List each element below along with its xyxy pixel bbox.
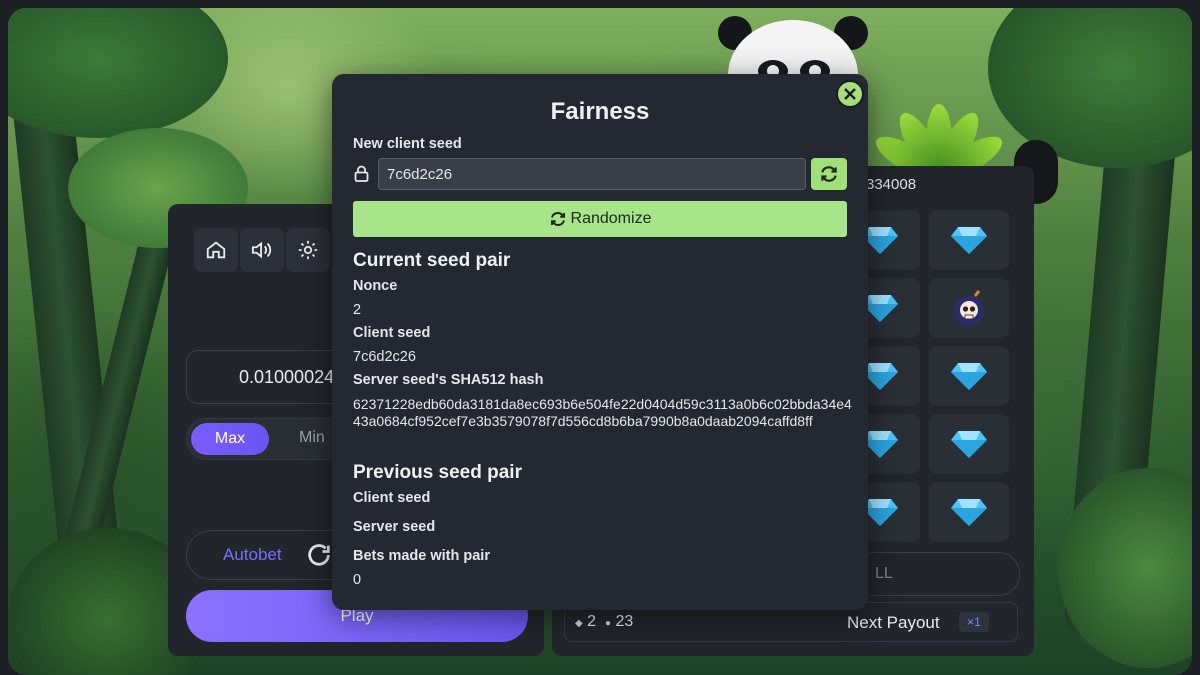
lock-icon xyxy=(354,165,369,182)
bomb-skull-icon xyxy=(954,290,984,326)
settings-button[interactable] xyxy=(286,228,330,272)
multiplier-badge: ×1 xyxy=(959,612,989,632)
bets-made-label: Bets made with pair xyxy=(353,548,490,564)
min-button[interactable]: Min xyxy=(299,429,325,447)
board-tile[interactable] xyxy=(929,210,1009,270)
board-tile[interactable] xyxy=(929,482,1009,542)
server-hash-label: Server seed's SHA512 hash xyxy=(353,372,544,388)
mines-count: ● 23 xyxy=(605,613,634,630)
tree-canopy xyxy=(988,8,1192,168)
gear-icon xyxy=(298,240,318,260)
home-icon xyxy=(206,241,226,259)
client-seed-value: 7c6d2c26 xyxy=(353,349,416,365)
next-payout-label: Next Payout xyxy=(847,613,940,632)
fairness-modal: Fairness New client seed Randomize Curre… xyxy=(332,74,868,610)
board-tile[interactable] xyxy=(929,414,1009,474)
gem-icon xyxy=(951,499,987,526)
client-seed-input[interactable] xyxy=(378,158,806,190)
max-button[interactable]: Max xyxy=(191,423,269,455)
server-hash-value: 62371228edb60da3181da8ec693b6e504fe22d04… xyxy=(353,396,852,429)
randomize-label: Randomize xyxy=(570,210,652,227)
close-button[interactable] xyxy=(836,80,864,108)
refresh-icon xyxy=(550,212,565,226)
cashout-label: LL xyxy=(875,565,893,582)
nonce-value: 2 xyxy=(353,302,362,318)
home-button[interactable] xyxy=(194,228,238,272)
previous-seed-pair-heading: Previous seed pair xyxy=(353,462,522,483)
volume-icon xyxy=(251,241,272,259)
autobet-label: Autobet xyxy=(223,545,282,564)
nonce-label: Nonce xyxy=(353,278,398,294)
round-id: 334008 xyxy=(866,176,917,193)
plant-decoration xyxy=(870,96,1008,188)
refresh-icon xyxy=(308,544,330,566)
modal-title: Fairness xyxy=(550,98,650,125)
close-icon xyxy=(844,88,856,100)
prev-client-seed-label: Client seed xyxy=(353,490,431,506)
client-seed-label: Client seed xyxy=(353,325,431,341)
board-tile[interactable] xyxy=(929,346,1009,406)
generate-seed-button[interactable] xyxy=(811,158,847,190)
bet-amount-value: 0.01000024 xyxy=(239,366,335,387)
sound-button[interactable] xyxy=(240,228,284,272)
board-tile[interactable] xyxy=(929,278,1009,338)
gem-icon xyxy=(951,227,987,254)
gem-icon xyxy=(951,363,987,390)
current-seed-pair-heading: Current seed pair xyxy=(353,250,511,271)
bets-made-value: 0 xyxy=(353,572,362,588)
gems-count: ◆ 2 xyxy=(575,613,597,630)
new-client-seed-label: New client seed xyxy=(353,136,462,152)
prev-server-seed-label: Server seed xyxy=(353,519,436,535)
randomize-button[interactable]: Randomize xyxy=(353,201,847,237)
refresh-icon xyxy=(821,166,837,182)
cashout-button[interactable]: LL xyxy=(852,552,1020,596)
gem-icon xyxy=(951,431,987,458)
tree-canopy xyxy=(8,8,228,138)
